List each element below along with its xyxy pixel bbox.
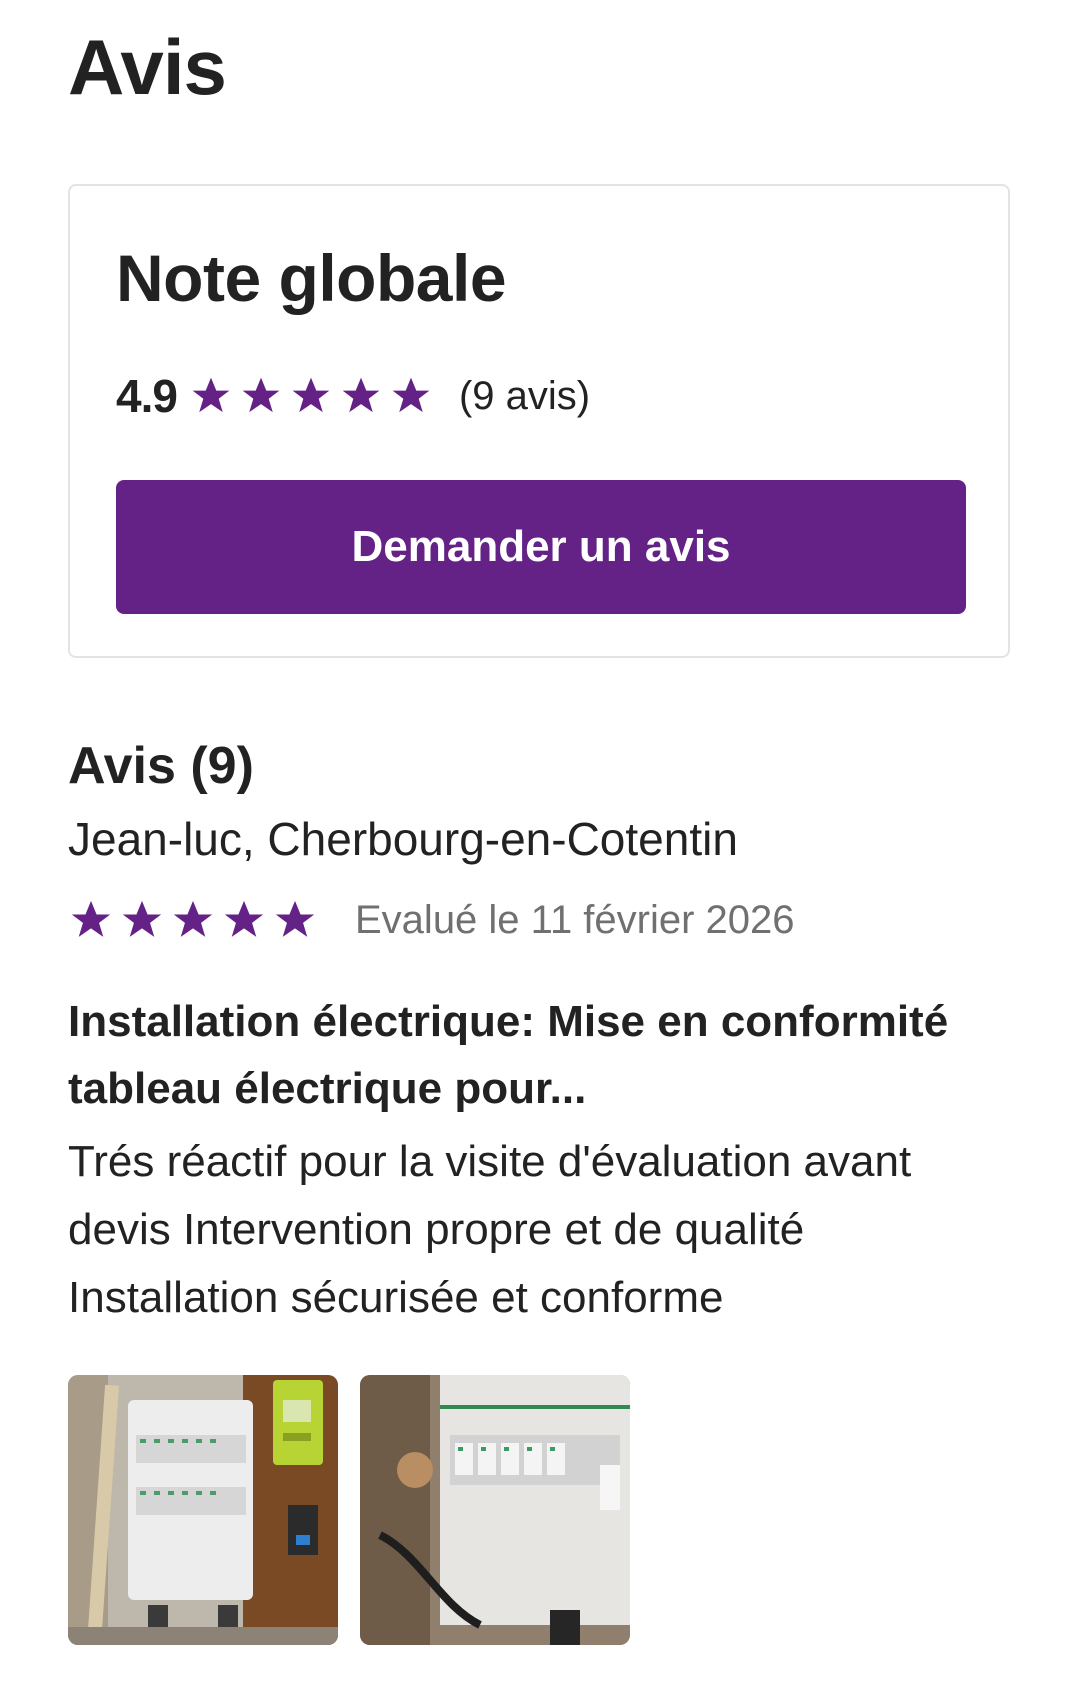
review-stars — [68, 897, 323, 943]
electrical-panel-photo — [68, 1375, 338, 1645]
review-photo-panel-closeup[interactable] — [360, 1375, 630, 1645]
star-icon — [275, 900, 315, 937]
star-icon — [292, 377, 330, 413]
review-count: (9 avis) — [458, 373, 591, 418]
star-icon — [242, 377, 280, 413]
star-icon — [122, 900, 162, 937]
electrical-panel-closeup-photo — [360, 1375, 630, 1645]
star-icon — [71, 900, 111, 937]
review-meta: Evalué le 11 février 2026 — [68, 892, 795, 948]
review-title[interactable]: Installation électrique: Mise en conform… — [68, 988, 1008, 1122]
star-icon — [342, 377, 380, 413]
request-review-button[interactable]: Demander un avis — [116, 480, 966, 614]
overall-rating-title: Note globale — [116, 241, 507, 315]
next-review-fragment — [68, 1690, 1008, 1707]
rating-value: 4.9 — [116, 370, 178, 422]
review-author: Jean-luc, Cherbourg-en-Cotentin — [68, 813, 738, 865]
review-body: Trés réactif pour la visite d'évaluation… — [68, 1137, 912, 1322]
star-icon — [173, 900, 213, 937]
overall-rating-card: Note globale 4.9 (9 avis) Demander un av… — [68, 184, 1010, 658]
overall-rating-row: 4.9 (9 avis) — [116, 366, 590, 426]
star-icon — [392, 377, 430, 413]
review-date: Evalué le 11 février 2026 — [355, 897, 795, 942]
star-icon — [224, 900, 264, 937]
reviews-heading: Avis (9) — [68, 737, 254, 795]
page-title: Avis — [68, 23, 227, 111]
star-icon — [192, 377, 230, 413]
rating-stars — [189, 374, 439, 418]
review-photo-electrical-panel[interactable] — [68, 1375, 338, 1645]
